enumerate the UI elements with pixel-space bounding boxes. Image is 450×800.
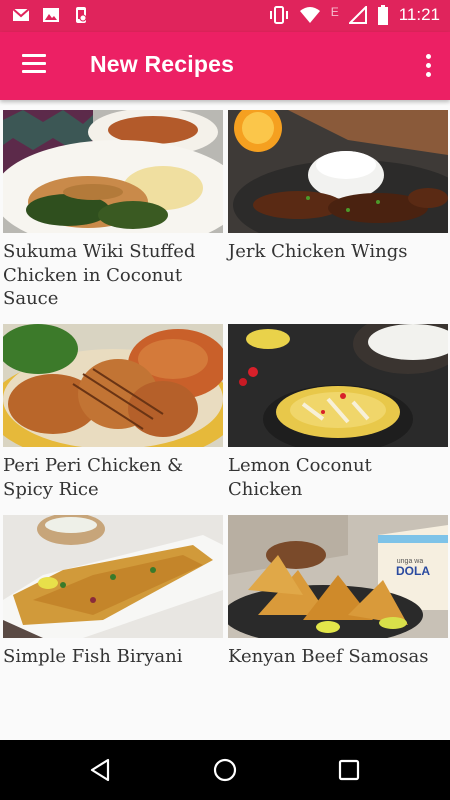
recipe-card[interactable]: Simple Fish Biryani [3, 515, 223, 669]
bag-label-brand: DOLA [396, 564, 430, 578]
stuffed-chicken-photo [3, 110, 223, 233]
system-nav-bar [0, 740, 450, 800]
vibrate-icon [269, 6, 288, 24]
peri-peri-chicken-photo [3, 324, 223, 447]
beef-samosas-photo: unga wa DOLA [228, 515, 448, 638]
recipe-card[interactable]: Sukuma Wiki Stuffed Chicken in Coconut S… [3, 110, 223, 311]
wifi-icon [299, 7, 320, 23]
recipe-title: Lemon Coconut Chicken [228, 455, 372, 500]
network-type-label: E [330, 5, 339, 19]
photo-icon [43, 8, 59, 22]
signal-icon [348, 6, 367, 24]
recipe-title: Sukuma Wiki Stuffed Chicken in Coconut S… [3, 241, 196, 309]
app-bar: New Recipes [0, 32, 450, 100]
status-bar: E 11:21 [0, 0, 450, 32]
lemon-coconut-chicken-photo [228, 324, 448, 447]
page-title: New Recipes [90, 51, 235, 77]
recipe-card[interactable]: Jerk Chicken Wings [228, 110, 448, 264]
back-icon[interactable] [86, 755, 116, 785]
notification-icons [12, 6, 90, 24]
gmail-icon [12, 8, 30, 21]
fish-biryani-photo [3, 515, 223, 638]
hamburger-menu-icon[interactable] [22, 54, 48, 76]
recipe-card[interactable]: Peri Peri Chicken & Spicy Rice [3, 324, 223, 501]
jerk-chicken-photo [228, 110, 448, 233]
recipe-card[interactable]: unga wa DOLA Kenyan Beef Samosas [228, 515, 448, 669]
recipe-title: Jerk Chicken Wings [228, 241, 408, 262]
system-icons: E 11:21 [269, 5, 440, 25]
phone-app-icon [76, 7, 87, 23]
home-icon[interactable] [210, 755, 240, 785]
battery-icon [377, 5, 388, 25]
recents-icon[interactable] [334, 755, 364, 785]
recipe-card[interactable]: Lemon Coconut Chicken [228, 324, 448, 501]
recipe-title: Peri Peri Chicken & Spicy Rice [3, 455, 184, 500]
recipe-title: Simple Fish Biryani [3, 646, 183, 667]
more-vert-icon[interactable] [422, 52, 434, 80]
clock: 11:21 [398, 5, 440, 24]
recipe-title: Kenyan Beef Samosas [228, 646, 429, 667]
